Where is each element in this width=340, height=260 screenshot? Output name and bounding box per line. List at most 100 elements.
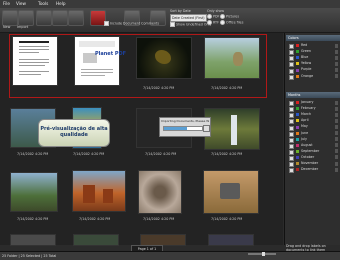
label-text: September — [301, 148, 320, 153]
label-action-icon[interactable] — [335, 155, 338, 160]
progress-bar — [163, 126, 203, 131]
panel-help-text: Drag and drop labels on documents to lin… — [286, 244, 326, 253]
print-button[interactable] — [52, 10, 68, 26]
label-action-icon[interactable] — [335, 112, 338, 117]
label-item-february[interactable]: February — [287, 106, 339, 113]
include-comments-checkbox[interactable]: Include Document Comments — [104, 21, 159, 26]
label-action-icon[interactable] — [335, 118, 338, 123]
label-text: June — [301, 130, 309, 135]
label-checkbox[interactable] — [289, 168, 294, 174]
label-text: Red — [301, 43, 308, 47]
label-action-icon[interactable] — [335, 149, 338, 154]
label-action-icon[interactable] — [335, 106, 338, 111]
color-swatch — [296, 143, 299, 147]
menu-file[interactable]: File — [3, 1, 10, 6]
filter-pdf[interactable]: PDF — [207, 14, 219, 19]
label-text: February — [301, 106, 316, 111]
label-item-march[interactable]: March — [287, 112, 339, 119]
label-text: December — [301, 167, 319, 172]
delete-button[interactable] — [36, 10, 52, 26]
label-action-icon[interactable] — [335, 100, 338, 105]
sort-by-label: Sort by Date — [170, 9, 191, 13]
filter-pictures[interactable]: Pictures — [220, 14, 239, 19]
color-swatch — [296, 162, 299, 166]
rover-photo-thumb[interactable] — [203, 170, 259, 214]
import-progress-dialog: Importing Documents, Please Wait... — [159, 117, 211, 137]
photo-date: 7/14/2002 4:20 PM — [73, 152, 105, 156]
label-item-yellow[interactable]: Yellow — [287, 61, 339, 68]
label-item-blue[interactable]: Blue — [287, 55, 339, 62]
new-button[interactable] — [2, 10, 18, 26]
label-text: Purple — [301, 67, 312, 72]
label-action-icon[interactable] — [335, 43, 338, 48]
label-item-july[interactable]: July — [287, 137, 339, 143]
label-item-april[interactable]: April — [287, 118, 339, 125]
label-text: August — [301, 142, 313, 147]
cancel-import-button[interactable] — [203, 125, 210, 132]
photo-thumb[interactable] — [73, 234, 119, 246]
new-button-label: New — [3, 25, 11, 29]
label-action-icon[interactable] — [335, 167, 338, 172]
color-swatch — [296, 74, 299, 78]
menu-help[interactable]: Help — [56, 1, 66, 6]
import-button-label: Import — [17, 25, 29, 29]
label-action-icon[interactable] — [335, 131, 338, 136]
labels-panel: Colors Red Green Blue Yellow Purple Orange Mo… — [284, 33, 340, 245]
zoom-slider-knob[interactable] — [262, 252, 265, 256]
label-checkbox[interactable] — [289, 74, 294, 80]
label-item-june[interactable]: June — [287, 131, 339, 137]
months-header[interactable]: Months — [286, 92, 340, 98]
sort-select[interactable]: Date Created (First) — [170, 14, 207, 22]
colors-header[interactable]: Colors — [286, 35, 340, 41]
label-action-icon[interactable] — [335, 143, 338, 148]
label-text: Orange — [301, 73, 314, 78]
label-action-icon[interactable] — [335, 161, 338, 166]
label-item-august[interactable]: August — [287, 143, 339, 149]
photo-thumb[interactable] — [10, 172, 58, 212]
label-item-orange[interactable]: Orange — [287, 74, 339, 80]
color-swatch — [296, 137, 299, 141]
photo-thumb[interactable] — [208, 234, 254, 246]
label-action-icon[interactable] — [335, 49, 338, 54]
waterfall-photo-thumb[interactable] — [204, 108, 260, 150]
email-button[interactable] — [68, 10, 84, 26]
label-action-icon[interactable] — [335, 67, 338, 72]
label-action-icon[interactable] — [335, 74, 338, 79]
label-item-may[interactable]: May — [287, 124, 339, 131]
photo-date: 7/14/2002 4:20 PM — [211, 217, 243, 221]
color-swatch — [296, 149, 299, 153]
label-item-red[interactable]: Red — [287, 43, 339, 50]
label-action-icon[interactable] — [335, 55, 338, 60]
toolbar: New Import Include Document Comments Sor… — [0, 8, 340, 33]
menu-tools[interactable]: Tools — [38, 1, 48, 6]
photo-date: 7/14/2002 4:20 PM — [145, 152, 177, 156]
label-item-october[interactable]: October — [287, 155, 339, 162]
label-text: July — [301, 136, 307, 141]
photo-date: 7/14/2002 4:20 PM — [17, 152, 49, 156]
show-undefined-checkbox[interactable]: Show Undefined Only — [170, 22, 211, 27]
label-item-green[interactable]: Green — [287, 49, 339, 56]
color-swatch — [296, 68, 299, 72]
label-action-icon[interactable] — [335, 124, 338, 129]
label-item-january[interactable]: January — [287, 100, 339, 107]
label-action-icon[interactable] — [335, 137, 338, 142]
import-button[interactable] — [18, 10, 34, 26]
label-action-icon[interactable] — [335, 61, 338, 66]
progress-message: Importing Documents, Please Wait... — [161, 119, 209, 123]
label-item-purple[interactable]: Purple — [287, 67, 339, 74]
label-item-september[interactable]: September — [287, 149, 339, 155]
color-swatch — [296, 125, 299, 129]
menu-view[interactable]: View — [16, 1, 26, 6]
photo-thumb[interactable] — [10, 234, 56, 246]
label-text: April — [301, 118, 309, 123]
label-item-december[interactable]: December — [287, 167, 339, 174]
label-item-november[interactable]: November — [287, 161, 339, 168]
selection-rectangle — [9, 34, 267, 98]
photo-thumb[interactable] — [138, 170, 182, 214]
color-swatch — [296, 156, 299, 160]
label-text: March — [301, 112, 312, 117]
filter-office[interactable]: Office files — [220, 20, 243, 25]
color-swatch — [296, 107, 299, 111]
canyon-photo-thumb[interactable] — [72, 170, 126, 212]
filter-rtf[interactable]: RTF — [207, 20, 219, 25]
